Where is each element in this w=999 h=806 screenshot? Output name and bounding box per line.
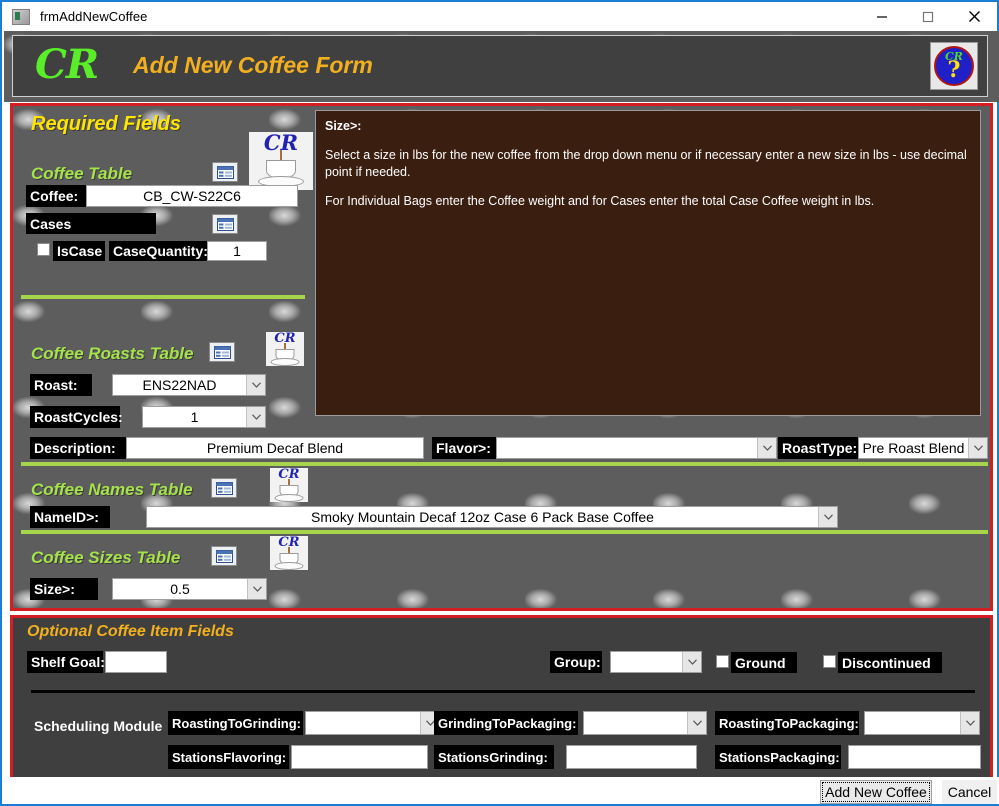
cr-cup-logo: CR — [249, 132, 313, 190]
description-input[interactable]: Premium Decaf Blend — [126, 437, 424, 459]
chevron-down-icon[interactable] — [247, 579, 266, 599]
coffee-sizes-section-title: Coffee Sizes Table — [31, 548, 181, 567]
ground-checkbox[interactable] — [716, 655, 729, 668]
discontinued-checkbox[interactable] — [823, 655, 836, 668]
cr-cup-logo-sizes: CR — [270, 536, 308, 570]
cases-label: Cases — [26, 213, 156, 234]
page-title: Add New Coffee Form — [133, 52, 373, 78]
form-icon — [12, 8, 30, 25]
chevron-down-icon[interactable] — [757, 438, 776, 458]
ground-label: Ground — [731, 652, 797, 673]
header-band: CR Add New Coffee Form CR ? — [12, 35, 988, 97]
flavor-combobox[interactable] — [496, 437, 777, 459]
size-label: Size>: — [30, 578, 98, 600]
close-button[interactable] — [951, 2, 997, 31]
scheduling-divider — [31, 690, 975, 693]
coffee-input[interactable]: CB_CW-S22C6 — [86, 185, 298, 207]
roasttype-value: Pre Roast Blend — [862, 440, 965, 456]
minimize-button[interactable] — [859, 2, 905, 31]
roasting-to-grinding-label: RoastingToGrinding: — [168, 711, 303, 735]
description-label: Description: — [30, 437, 126, 459]
cr-cup-logo-names: CR — [270, 468, 308, 502]
stations-flavoring-label: StationsFlavoring: — [168, 745, 289, 769]
divider-coffee-table — [21, 295, 305, 299]
optional-fields-panel: Optional Coffee Item Fields Shelf Goal: … — [10, 615, 993, 781]
iscase-checkbox[interactable] — [37, 243, 50, 256]
nameid-label: NameID>: — [30, 506, 110, 528]
window-titlebar: frmAddNewCoffee — [2, 2, 997, 31]
chevron-down-icon[interactable] — [682, 652, 701, 672]
nameid-value: Smoky Mountain Decaf 12oz Case 6 Pack Ba… — [311, 509, 654, 525]
coffee-table-section-title: Coffee Table — [31, 164, 133, 183]
coffee-label: Coffee: — [26, 185, 86, 207]
roasttype-label: RoastType: — [778, 437, 858, 459]
cr-wordmark: CR — [35, 41, 99, 88]
maximize-button[interactable] — [905, 2, 951, 31]
chevron-down-icon[interactable] — [246, 375, 265, 395]
coffee-table-datasheet-button[interactable] — [212, 162, 238, 182]
iscase-label: IsCase — [53, 241, 105, 261]
grinding-to-packaging-label: GrindingToPackaging: — [434, 711, 578, 735]
grinding-to-packaging-combobox[interactable] — [583, 711, 707, 735]
roastcycles-value: 1 — [190, 409, 199, 425]
sizes-datasheet-button[interactable] — [211, 546, 237, 566]
group-combobox[interactable] — [610, 651, 702, 673]
coffee-names-section-title: Coffee Names Table — [31, 480, 193, 499]
chevron-down-icon[interactable] — [246, 407, 265, 427]
flavor-label: Flavor>: — [432, 437, 496, 459]
size-combobox[interactable]: 0.5 — [112, 578, 267, 600]
info-panel-heading: Size>: — [325, 119, 362, 133]
help-icon: CR ? — [934, 46, 974, 86]
roastcycles-label: RoastCycles: — [30, 406, 123, 428]
roast-combobox[interactable]: ENS22NAD — [112, 374, 266, 396]
shelf-goal-label: Shelf Goal: — [27, 651, 105, 673]
window-title: frmAddNewCoffee — [40, 9, 148, 24]
stations-flavoring-input[interactable] — [291, 745, 428, 769]
chevron-down-icon[interactable] — [687, 712, 706, 734]
names-datasheet-button[interactable] — [211, 478, 237, 498]
header-banner: CR Add New Coffee Form CR ? — [4, 31, 999, 102]
scheduling-module-label: Scheduling Module — [34, 718, 163, 734]
app-window: frmAddNewCoffee CR Add New Coffee Form C… — [0, 0, 999, 806]
nameid-combobox[interactable]: Smoky Mountain Decaf 12oz Case 6 Pack Ba… — [146, 506, 838, 528]
roasting-to-packaging-label: RoastingToPackaging: — [715, 711, 859, 735]
roasttype-combobox[interactable]: Pre Roast Blend — [858, 437, 988, 459]
roast-label: Roast: — [30, 374, 92, 396]
required-fields-title: Required Fields — [31, 113, 182, 135]
chevron-down-icon[interactable] — [818, 507, 837, 527]
stations-grinding-input[interactable] — [566, 745, 697, 769]
cancel-button[interactable]: Cancel — [942, 780, 997, 804]
divider-roasts-table — [21, 462, 988, 466]
stations-packaging-input[interactable] — [848, 745, 981, 769]
stations-packaging-label: StationsPackaging: — [715, 745, 841, 769]
roastcycles-combobox[interactable]: 1 — [142, 406, 266, 428]
roast-value: ENS22NAD — [142, 377, 217, 393]
chevron-down-icon[interactable] — [968, 438, 987, 458]
size-value: 0.5 — [170, 581, 190, 597]
roasts-datasheet-button[interactable] — [209, 342, 235, 362]
stations-grinding-label: StationsGrinding: — [434, 745, 554, 769]
cr-cup-logo-roasts: CR — [266, 332, 304, 366]
cases-datasheet-button[interactable] — [212, 214, 238, 234]
casequantity-label: CaseQuantity: — [109, 241, 208, 261]
info-panel-paragraph-2: For Individual Bags enter the Coffee wei… — [325, 194, 875, 208]
optional-fields-title: Optional Coffee Item Fields — [27, 623, 234, 640]
chevron-down-icon[interactable] — [960, 712, 979, 734]
info-panel-paragraph-1: Select a size in lbs for the new coffee … — [325, 148, 967, 179]
group-label: Group: — [550, 651, 602, 673]
help-button[interactable]: CR ? — [930, 42, 978, 90]
coffee-roasts-section-title: Coffee Roasts Table — [31, 344, 194, 363]
add-new-coffee-button[interactable]: Add New Coffee — [820, 780, 932, 804]
roasting-to-packaging-combobox[interactable] — [864, 711, 980, 735]
divider-names-table — [21, 530, 988, 534]
casequantity-input[interactable]: 1 — [207, 241, 267, 261]
roasting-to-grinding-combobox[interactable] — [305, 711, 440, 735]
discontinued-label: Discontinued — [838, 652, 942, 673]
question-mark-icon: ? — [947, 57, 961, 83]
info-panel: Size>: Select a size in lbs for the new … — [315, 110, 981, 416]
shelf-goal-input[interactable] — [105, 651, 167, 673]
